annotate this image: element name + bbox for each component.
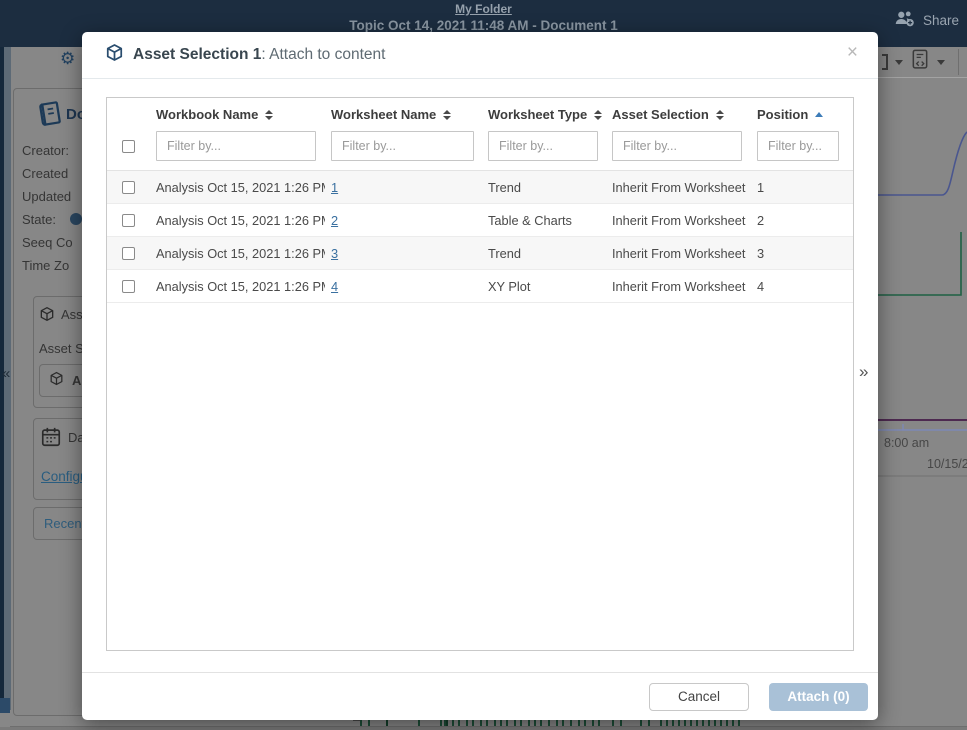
attach-to-content-modal: Asset Selection 1: Attach to content × W… <box>82 32 878 720</box>
updated-label: Updated <box>22 189 71 204</box>
table-row[interactable]: Analysis Oct 15, 2021 1:26 PM 4 XY Plot … <box>107 270 853 303</box>
table-filter-row <box>107 131 853 170</box>
seeq-content-label: Seeq Co <box>22 235 73 250</box>
sort-icon <box>443 110 451 120</box>
right-toolbar <box>878 47 967 78</box>
worksheet-type-cell: XY Plot <box>482 279 606 294</box>
asset-panel-title: Ass <box>61 307 83 322</box>
table-body: Analysis Oct 15, 2021 1:26 PM 1 Trend In… <box>107 170 853 303</box>
select-all-checkbox[interactable] <box>122 140 135 153</box>
column-header-position[interactable]: Position <box>751 107 853 122</box>
row-checkbox[interactable] <box>122 214 135 227</box>
filter-position-input[interactable] <box>757 131 839 161</box>
workbook-name-cell: Analysis Oct 15, 2021 1:26 PM <box>150 180 325 195</box>
workbook-name-cell: Analysis Oct 15, 2021 1:26 PM <box>150 279 325 294</box>
table-row[interactable]: Analysis Oct 15, 2021 1:26 PM 2 Table & … <box>107 204 853 237</box>
cancel-button[interactable]: Cancel <box>649 683 749 711</box>
journal-icon <box>37 100 64 132</box>
column-label: Workbook Name <box>156 107 258 122</box>
worksheet-link[interactable]: 2 <box>331 213 338 228</box>
column-label: Worksheet Type <box>488 107 587 122</box>
column-label: Worksheet Name <box>331 107 436 122</box>
asset-selection-cell: Inherit From Worksheet <box>606 180 751 195</box>
created-label: Created <box>22 166 68 181</box>
cube-icon <box>49 371 64 391</box>
modal-title: Asset Selection 1: Attach to content <box>133 46 385 64</box>
share-label: Share <box>923 13 959 28</box>
topic-document-title: Topic Oct 14, 2021 11:48 AM - Document 1 <box>0 18 967 33</box>
worksheet-type-cell: Table & Charts <box>482 213 606 228</box>
table-row[interactable]: Analysis Oct 15, 2021 1:26 PM 1 Trend In… <box>107 171 853 204</box>
toolbar-divider <box>958 49 959 75</box>
axis-date-label: 10/15/20 <box>927 457 967 471</box>
position-cell: 2 <box>751 213 853 228</box>
asset-selection-cell: Inherit From Worksheet <box>606 246 751 261</box>
column-label: Position <box>757 107 808 122</box>
state-status-icon <box>70 213 82 225</box>
row-checkbox[interactable] <box>122 181 135 194</box>
axis-time-label: 8:00 am <box>884 436 929 450</box>
filter-workbook-input[interactable] <box>156 131 316 161</box>
worksheet-link[interactable]: 1 <box>331 180 338 195</box>
left-strip-footer-block <box>0 698 10 713</box>
sort-asc-icon <box>815 112 823 117</box>
workbook-name-cell: Analysis Oct 15, 2021 1:26 PM <box>150 213 325 228</box>
filter-asset-selection-input[interactable] <box>612 131 742 161</box>
filter-worksheet-name-input[interactable] <box>331 131 474 161</box>
asset-selection-cell: Inherit From Worksheet <box>606 213 751 228</box>
calendar-icon <box>40 426 62 453</box>
worksheets-table: Workbook Name Worksheet Name Worksheet T… <box>106 97 854 651</box>
worksheet-link[interactable]: 4 <box>331 279 338 294</box>
workbook-name-cell: Analysis Oct 15, 2021 1:26 PM <box>150 246 325 261</box>
worksheet-link[interactable]: 3 <box>331 246 338 261</box>
table-row[interactable]: Analysis Oct 15, 2021 1:26 PM 3 Trend In… <box>107 237 853 270</box>
worksheet-type-cell: Trend <box>482 180 606 195</box>
cube-icon <box>105 43 124 67</box>
close-icon[interactable]: × <box>847 43 858 62</box>
modal-header: Asset Selection 1: Attach to content <box>82 32 878 79</box>
modal-footer: Cancel Attach (0) <box>82 672 878 720</box>
share-user-plus-icon <box>893 9 917 31</box>
modal-title-rest: : Attach to content <box>261 46 385 63</box>
sort-icon <box>594 110 602 120</box>
expand-panel-chevron[interactable]: » <box>859 362 868 382</box>
row-checkbox[interactable] <box>122 247 135 260</box>
worksheet-type-cell: Trend <box>482 246 606 261</box>
asset-selection-cell: Inherit From Worksheet <box>606 279 751 294</box>
attach-button[interactable]: Attach (0) <box>769 683 868 711</box>
position-cell: 4 <box>751 279 853 294</box>
sort-icon <box>716 110 724 120</box>
creator-label: Creator: <box>22 143 69 158</box>
table-header-row: Workbook Name Worksheet Name Worksheet T… <box>107 98 853 131</box>
partial-toolbar-icon[interactable] <box>882 54 888 70</box>
position-cell: 3 <box>751 246 853 261</box>
background-trend-chart <box>878 78 967 730</box>
column-header-worksheet-name[interactable]: Worksheet Name <box>325 107 482 122</box>
cube-icon <box>39 306 55 327</box>
column-label: Asset Selection <box>612 107 709 122</box>
column-header-asset-selection[interactable]: Asset Selection <box>606 107 751 122</box>
chevron-down-icon[interactable] <box>895 60 903 65</box>
gear-icon[interactable]: ⚙ <box>60 49 75 69</box>
share-button[interactable]: Share <box>893 9 959 31</box>
configure-link[interactable]: Configu <box>41 469 88 484</box>
column-header-worksheet-type[interactable]: Worksheet Type <box>482 107 606 122</box>
sort-icon <box>265 110 273 120</box>
document-code-icon[interactable] <box>910 48 930 76</box>
row-checkbox[interactable] <box>122 280 135 293</box>
time-zone-label: Time Zo <box>22 258 69 273</box>
my-folder-link[interactable]: My Folder <box>0 2 967 16</box>
chevron-down-icon[interactable] <box>937 60 945 65</box>
filter-worksheet-type-input[interactable] <box>488 131 598 161</box>
state-label: State: <box>22 212 56 227</box>
modal-title-bold: Asset Selection 1 <box>133 46 261 63</box>
collapse-sidebar-chevron[interactable]: « <box>2 365 10 382</box>
position-cell: 1 <box>751 180 853 195</box>
column-header-workbook-name[interactable]: Workbook Name <box>150 107 325 122</box>
